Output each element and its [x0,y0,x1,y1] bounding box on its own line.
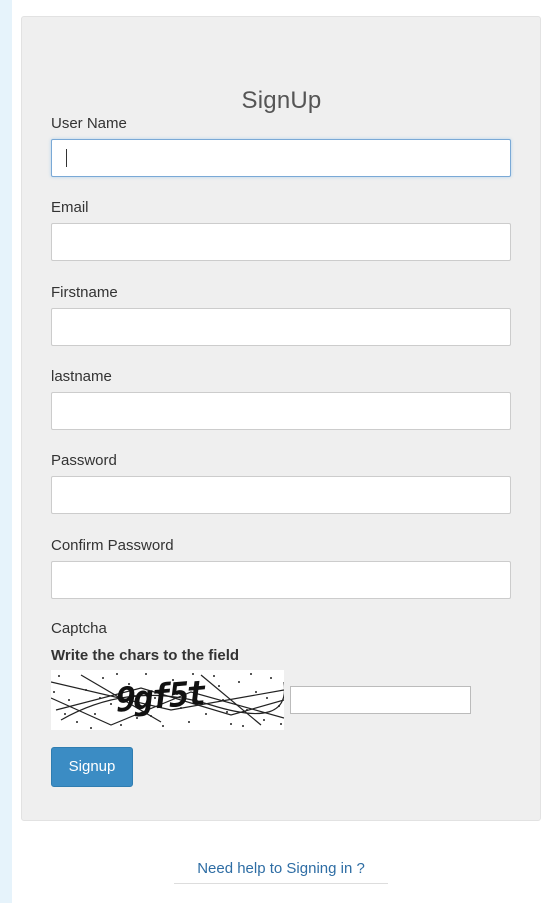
lastname-label: lastname [51,368,112,385]
text-caret [66,149,67,167]
confirm-password-label: Confirm Password [51,537,174,554]
captcha-text: 9gf5t [112,673,207,721]
email-input[interactable] [51,223,511,261]
username-input[interactable] [51,139,511,177]
captcha-label: Captcha [51,620,107,637]
help-signing-in-link[interactable]: Need help to Signing in ? [174,860,388,884]
signup-button[interactable]: Signup [51,747,133,787]
confirm-password-input[interactable] [51,561,511,599]
password-input[interactable] [51,476,511,514]
username-label: User Name [51,115,127,132]
captcha-instruction: Write the chars to the field [51,647,240,664]
password-label: Password [51,452,117,469]
form-title: SignUp [241,87,322,114]
captcha-image: 9gf5t [51,670,284,730]
lastname-input[interactable] [51,392,511,430]
firstname-label: Firstname [51,284,118,301]
captcha-input[interactable] [290,686,471,714]
firstname-input[interactable] [51,308,511,346]
email-label: Email [51,199,89,216]
